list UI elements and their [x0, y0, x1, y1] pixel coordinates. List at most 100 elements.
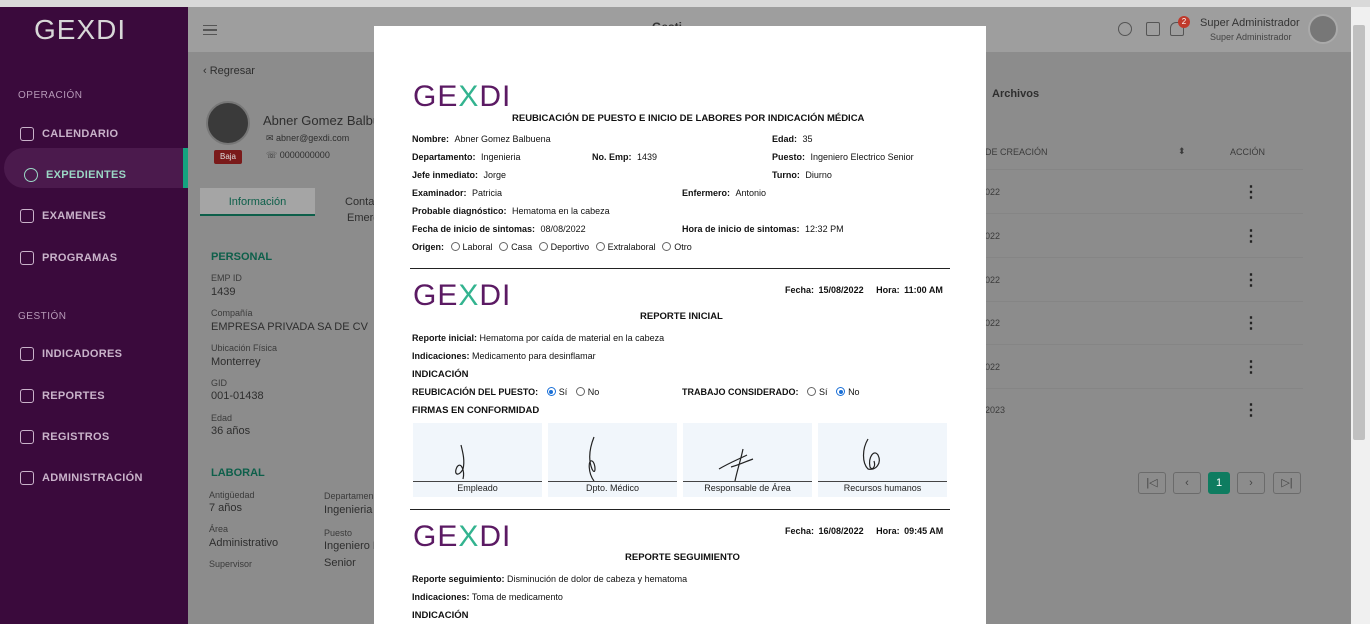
radio-icon[interactable]	[538, 242, 548, 252]
table-divider	[985, 213, 1303, 214]
pager-first-button[interactable]: |◁	[1138, 472, 1166, 494]
position-value: Ingeniero E	[324, 540, 381, 552]
radio-icon[interactable]	[807, 387, 817, 397]
kebab-menu-icon[interactable]	[1243, 313, 1259, 333]
tab-informacion[interactable]: Información	[200, 188, 315, 216]
radio-icon[interactable]	[575, 387, 585, 397]
fullscreen-icon[interactable]	[1146, 22, 1160, 36]
pager-page-1[interactable]: 1	[1208, 472, 1230, 494]
sidebar-logo[interactable]: GEXDI	[34, 14, 126, 46]
kebab-menu-icon[interactable]	[1243, 182, 1259, 202]
mail-icon: ✉	[266, 133, 277, 143]
location-label: Ubicación Física	[211, 343, 278, 353]
sidebar-item-administracion[interactable]: ADMINISTRACIÓN	[20, 471, 143, 485]
emp-id-label: EMP ID	[211, 273, 242, 283]
reubicacion-option-no[interactable]: No	[575, 387, 599, 397]
kebab-menu-icon[interactable]	[1243, 400, 1259, 420]
fecha-sintomas-row: Fecha de inicio de sintomas: 08/08/2022	[412, 224, 586, 234]
signature-label: Responsable de Área	[704, 483, 791, 493]
help-icon[interactable]	[1118, 22, 1132, 36]
logo-x-mark: X	[458, 520, 480, 553]
section-divider	[410, 268, 950, 269]
logo-x-mark: X	[458, 80, 480, 113]
pager-last-button[interactable]: ▷|	[1273, 472, 1301, 494]
sidebar-item-reportes[interactable]: REPORTES	[20, 389, 105, 403]
back-link[interactable]: ‹ Regresar	[203, 65, 255, 77]
kebab-menu-icon[interactable]	[1243, 357, 1259, 377]
sidebar-item-calendario[interactable]: CALENDARIO	[20, 127, 118, 141]
sidebar-item-label: PROGRAMAS	[42, 252, 118, 264]
signature-box-medico[interactable]: Dpto. Médico	[548, 423, 677, 497]
logo-x-mark: X	[458, 279, 480, 312]
clipboard-icon	[20, 430, 34, 444]
pager-next-button[interactable]: ›	[1237, 472, 1265, 494]
radio-icon[interactable]	[499, 242, 509, 252]
supervisor-label: Supervisor	[209, 559, 253, 569]
radio-icon[interactable]	[450, 242, 460, 252]
sidebar-item-programas[interactable]: PROGRAMAS	[20, 251, 117, 265]
noemp-row: No. Emp: 1439	[592, 152, 658, 162]
menu-toggle-icon[interactable]	[203, 25, 217, 35]
sidebar-item-indicadores[interactable]: INDICADORES	[20, 347, 122, 361]
sidebar-item-registros[interactable]: REGISTROS	[20, 430, 110, 444]
sort-icon[interactable]: ⬍	[1178, 146, 1186, 157]
firmas-title: FIRMAS EN CONFORMIDAD	[412, 405, 540, 416]
reubicacion-row: REUBICACIÓN DEL PUESTO: Sí No	[412, 387, 600, 397]
gid-value: 001-01438	[211, 390, 264, 402]
kebab-menu-icon[interactable]	[1243, 270, 1259, 290]
table-cell-date: 022	[985, 275, 1001, 285]
kebab-menu-icon[interactable]	[1243, 226, 1259, 246]
origen-option-extralaboral[interactable]: Extralaboral	[595, 242, 656, 252]
seniority-value: 7 años	[209, 502, 243, 514]
user-role: Super Administrador	[1210, 32, 1292, 42]
origen-option-otro[interactable]: Otro	[662, 242, 692, 252]
puesto-row: Puesto: Ingeniero Electrico Senior	[772, 152, 914, 162]
signature-label: Empleado	[457, 483, 498, 493]
user-avatar[interactable]	[1308, 14, 1338, 44]
sidebar-item-label: REGISTROS	[42, 431, 110, 443]
signature-box-responsable[interactable]: Responsable de Área	[683, 423, 812, 497]
pie-chart-icon	[20, 389, 34, 403]
employee-email: ✉ abner@gexdi.com	[266, 133, 350, 143]
page-scrollbar-thumb[interactable]	[1353, 25, 1365, 440]
pager-prev-button[interactable]: ‹	[1173, 472, 1201, 494]
tab-contacto[interactable]: Conta	[345, 196, 374, 208]
reubicacion-option-si[interactable]: Sí	[546, 387, 567, 397]
origen-option-deportivo[interactable]: Deportivo	[538, 242, 589, 252]
origen-option-casa[interactable]: Casa	[499, 242, 532, 252]
calendar-icon	[20, 127, 34, 141]
report2-reporte-row: Reporte seguimiento: Disminución de dolo…	[412, 574, 688, 584]
location-value: Monterrey	[211, 356, 261, 368]
table-cell-date: 022	[985, 318, 1001, 328]
browser-top-strip	[0, 0, 1370, 7]
signature-box-rh[interactable]: Recursos humanos	[818, 423, 947, 497]
radio-selected-icon[interactable]	[836, 387, 846, 397]
origen-option-laboral[interactable]: Laboral	[450, 242, 493, 252]
status-badge: Baja	[214, 150, 242, 164]
column-header-created[interactable]: DE CREACIÓN	[985, 147, 1048, 157]
sidebar-item-label: ADMINISTRACIÓN	[42, 472, 143, 484]
emp-id-value: 1439	[211, 286, 236, 298]
table-divider	[985, 301, 1303, 302]
signature-box-empleado[interactable]: Empleado	[413, 423, 542, 497]
sidebar-item-expedientes[interactable]: EXPEDIENTES	[24, 168, 126, 182]
report-modal: GEXDI REUBICACIÓN DE PUESTO E INICIO DE …	[374, 26, 986, 624]
report1-datetime: Fecha: 15/08/2022 Hora: 11:00 AM	[785, 285, 943, 295]
signature-line	[413, 481, 542, 482]
section-divider	[410, 509, 950, 510]
radio-selected-icon[interactable]	[546, 387, 556, 397]
tab-archivos[interactable]: Archivos	[992, 88, 1039, 100]
trabajo-option-no[interactable]: No	[836, 387, 860, 397]
signature-line	[683, 481, 812, 482]
radio-icon[interactable]	[595, 242, 605, 252]
employee-avatar	[206, 101, 250, 145]
trabajo-option-si[interactable]: Sí	[807, 387, 828, 397]
radio-icon[interactable]	[662, 242, 672, 252]
area-value: Administrativo	[209, 537, 279, 549]
report2-datetime: Fecha: 16/08/2022 Hora: 09:45 AM	[785, 526, 944, 536]
user-name[interactable]: Super Administrador	[1200, 17, 1300, 29]
modal-logo: GEXDI	[413, 520, 512, 553]
hora-sintomas-row: Hora de inicio de sintomas: 12:32 PM	[682, 224, 844, 234]
sidebar-item-examenes[interactable]: EXAMENES	[20, 209, 106, 223]
table-divider	[985, 388, 1303, 389]
